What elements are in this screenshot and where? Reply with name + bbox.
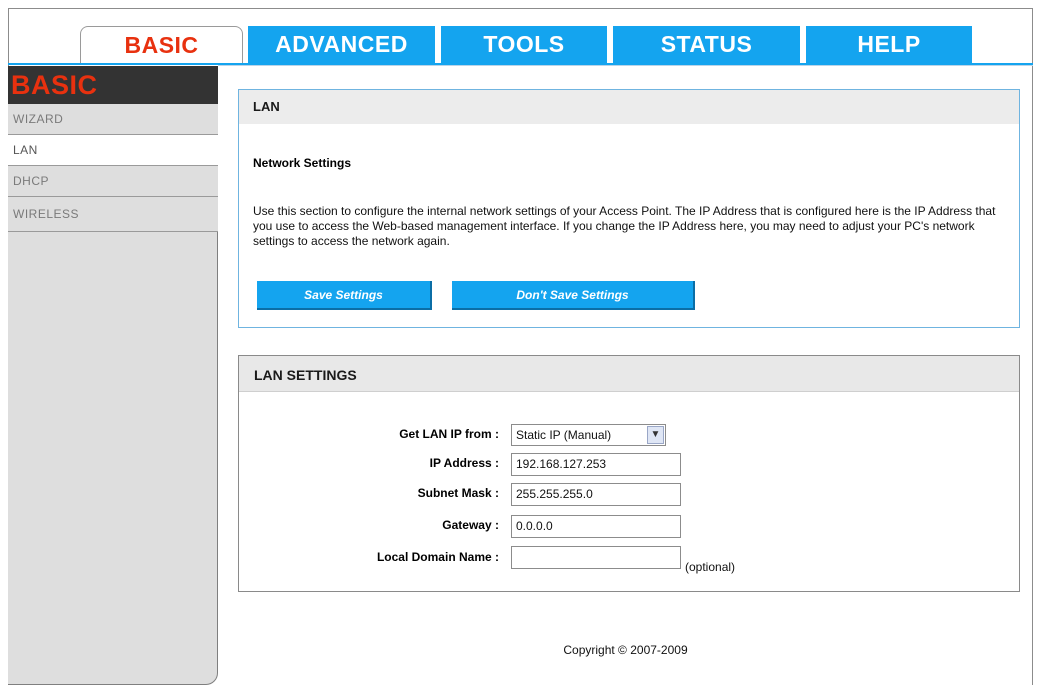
save-settings-button[interactable]: Save Settings [257, 281, 432, 310]
lan-settings-title: LAN SETTINGS [239, 356, 1019, 392]
sidebar-title: BASIC [8, 66, 218, 104]
network-settings-description: Use this section to configure the intern… [253, 204, 996, 248]
dont-save-settings-button[interactable]: Don't Save Settings [452, 281, 695, 310]
tab-advanced[interactable]: ADVANCED [248, 26, 435, 63]
sidebar-item-wireless[interactable]: WIRELESS [8, 197, 218, 232]
app-frame: BASIC ADVANCED TOOLS STATUS HELP BASIC W… [0, 0, 1038, 685]
sidebar-item-wizard[interactable]: WIZARD [8, 104, 218, 135]
frame-border-right [1032, 8, 1033, 685]
lan-panel-title: LAN [239, 90, 1019, 124]
get-lan-ip-select[interactable]: Static IP (Manual) ▼ [511, 424, 666, 446]
copyright-text: Copyright © 2007-2009 [563, 643, 688, 657]
network-settings-heading: Network Settings [253, 156, 352, 170]
local-domain-name-field[interactable] [511, 546, 681, 569]
optional-note: (optional) [685, 560, 736, 574]
content-top-rule [218, 65, 1033, 66]
subnet-mask-label: Subnet Mask : [417, 486, 499, 500]
lan-settings-panel: LAN SETTINGS Get LAN IP from : Static IP… [238, 355, 1020, 592]
chevron-down-icon[interactable]: ▼ [647, 426, 664, 444]
subnet-mask-field[interactable]: 255.255.255.0 [511, 483, 681, 506]
local-domain-name-label: Local Domain Name : [376, 550, 499, 564]
ip-address-field[interactable]: 192.168.127.253 [511, 453, 681, 476]
get-lan-ip-value: Static IP (Manual) [516, 428, 612, 442]
gateway-field[interactable]: 0.0.0.0 [511, 515, 681, 538]
tab-tools[interactable]: TOOLS [441, 26, 607, 63]
tab-status[interactable]: STATUS [613, 26, 800, 63]
tab-basic[interactable]: BASIC [80, 26, 243, 63]
lan-panel: LAN Network Settings Use this section to… [238, 89, 1020, 328]
get-lan-ip-label: Get LAN IP from : [399, 427, 499, 441]
tab-help[interactable]: HELP [806, 26, 972, 63]
sidebar-item-lan[interactable]: LAN [8, 135, 218, 166]
frame-border-top [8, 8, 1033, 9]
sidebar-item-dhcp[interactable]: DHCP [8, 166, 218, 197]
ip-address-label: IP Address : [429, 456, 499, 470]
gateway-label: Gateway : [442, 518, 499, 532]
